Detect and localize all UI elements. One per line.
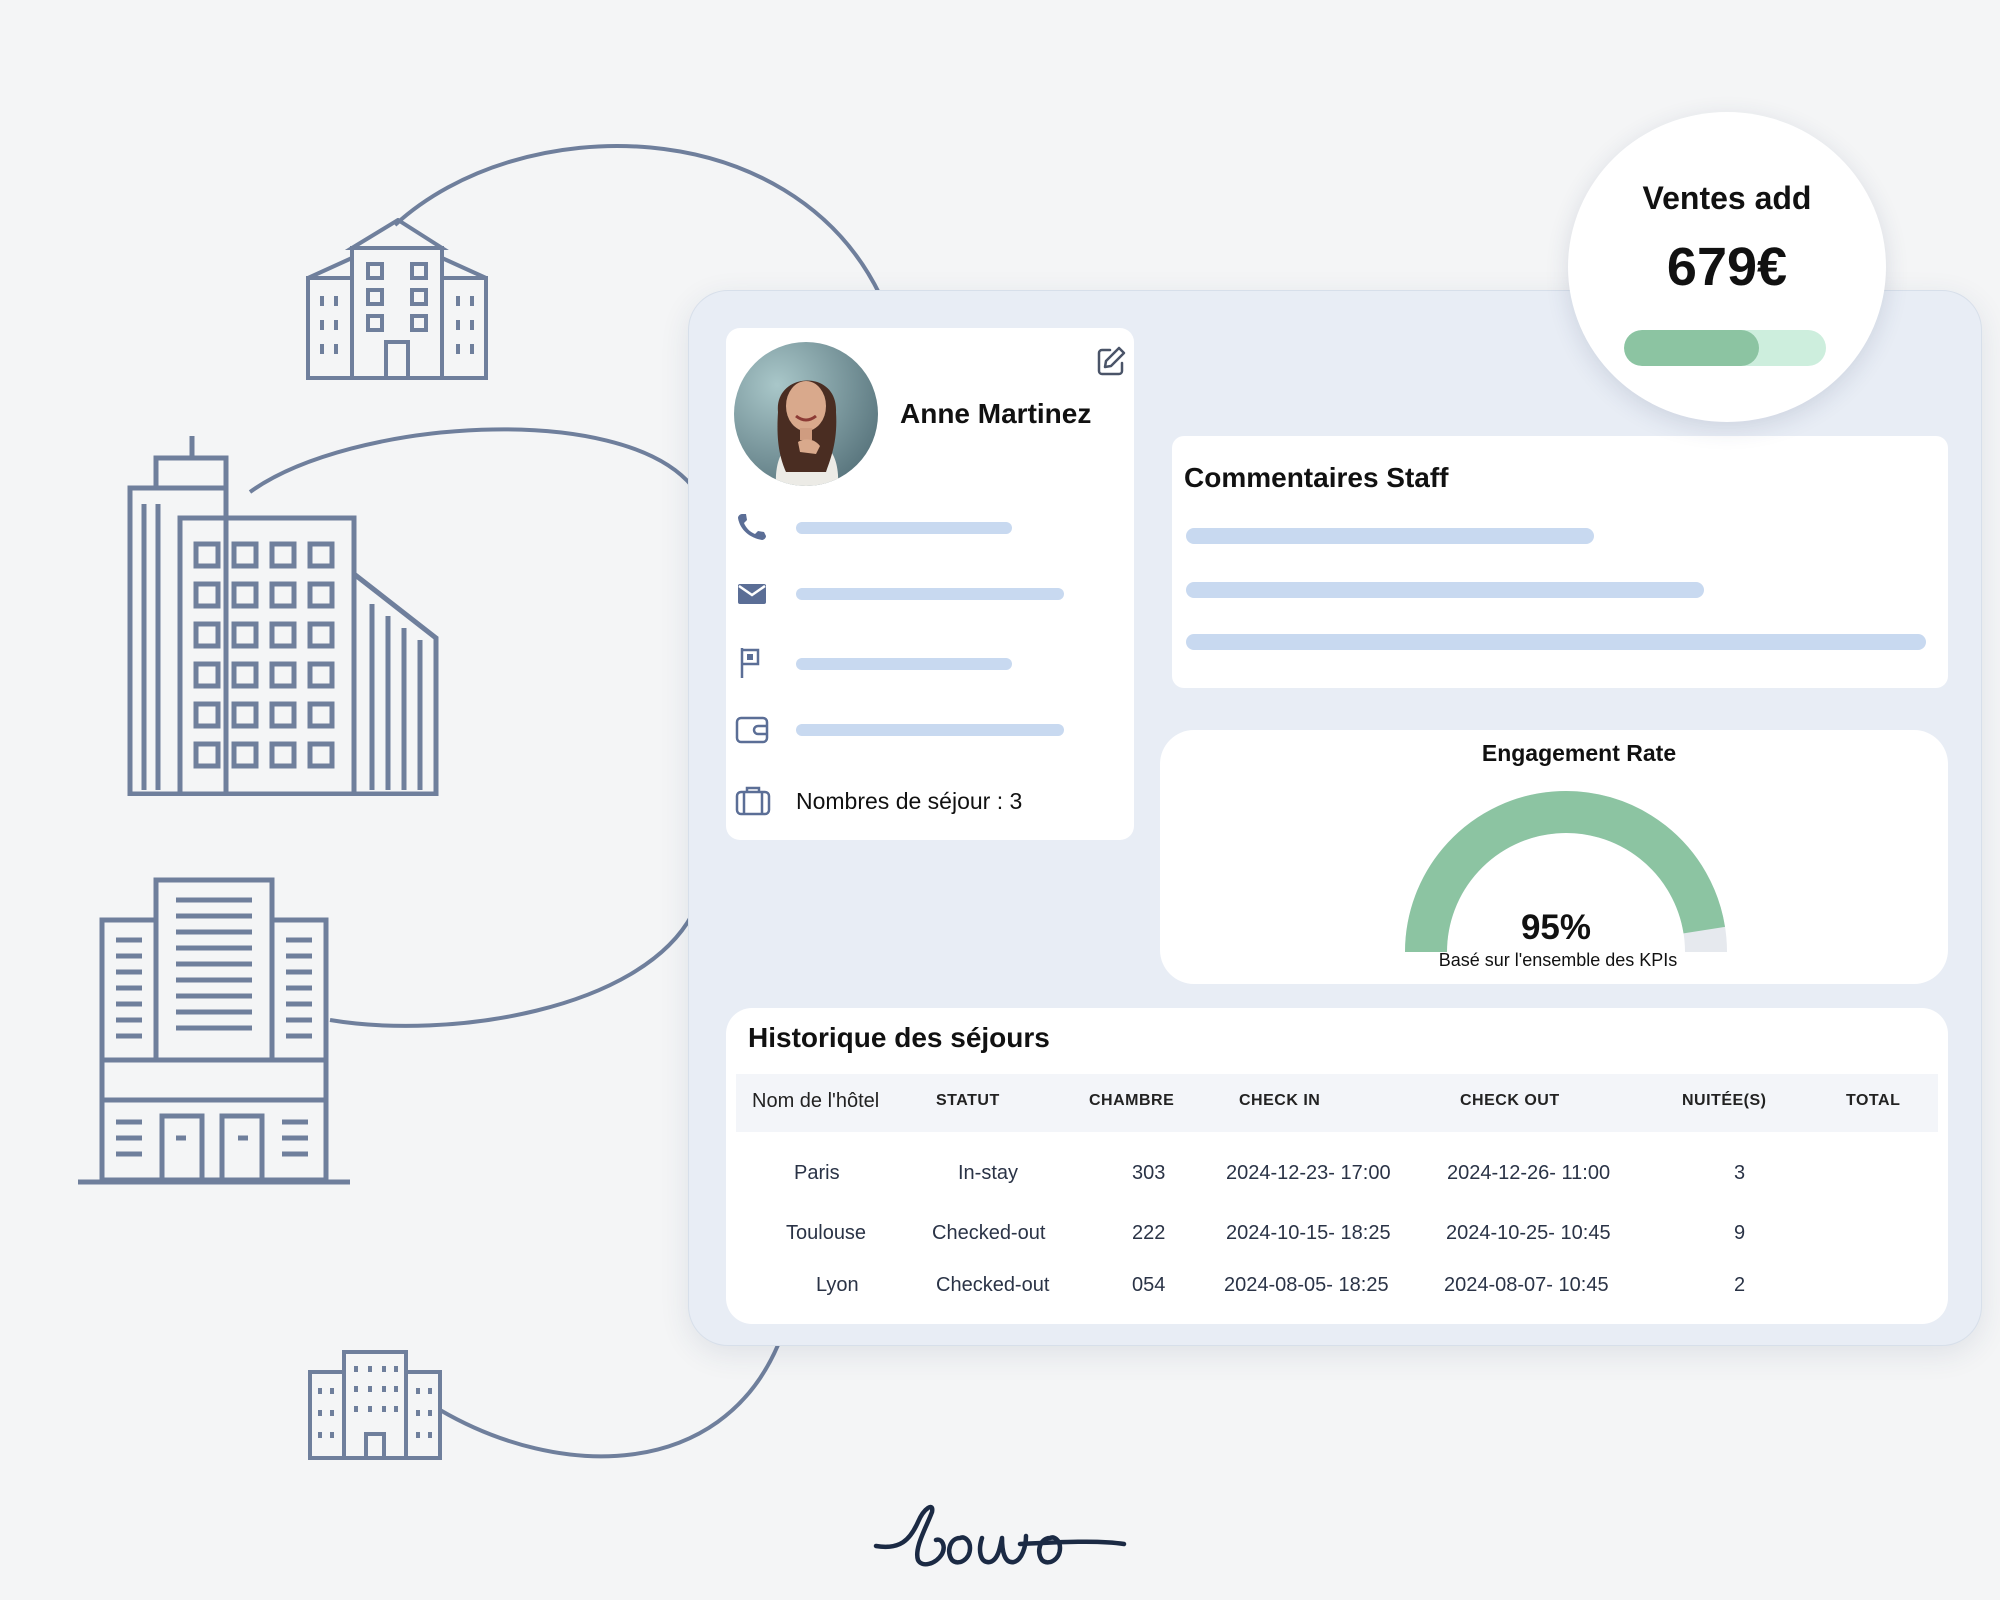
column-header-nights[interactable]: NUITÉE(S) bbox=[1682, 1092, 1767, 1110]
table-row[interactable]: Paris In-stay 303 2024-12-23- 17:00 2024… bbox=[736, 1154, 1938, 1194]
column-header-room[interactable]: CHAMBRE bbox=[1089, 1092, 1174, 1110]
wallet-placeholder-bar bbox=[796, 724, 1064, 736]
table-row[interactable]: Lyon Checked-out 054 2024-08-05- 18:25 2… bbox=[736, 1266, 1938, 1306]
stays-count-row: Nombres de séjour : 3 bbox=[734, 780, 1134, 820]
engagement-rate-panel: Engagement Rate 95% Basé sur l'ensemble … bbox=[1160, 730, 1948, 984]
mail-icon bbox=[738, 584, 766, 604]
bowo-logo bbox=[873, 1504, 1127, 1567]
stays-count-text: Nombres de séjour : 3 bbox=[796, 788, 1023, 814]
column-header-status[interactable]: STATUT bbox=[936, 1092, 1000, 1110]
column-header-check-in[interactable]: CHECK IN bbox=[1239, 1092, 1320, 1110]
table-row[interactable]: Toulouse Checked-out 222 2024-10-15- 18:… bbox=[736, 1214, 1938, 1254]
cell-check-in: 2024-12-23- 17:00 bbox=[1226, 1162, 1391, 1184]
phone-icon bbox=[738, 514, 766, 540]
cell-status: In-stay bbox=[958, 1162, 1019, 1184]
additional-sales-label: Ventes add bbox=[1642, 180, 1812, 216]
suitcase-icon bbox=[735, 786, 771, 816]
flag-icon bbox=[740, 648, 760, 678]
cell-status: Checked-out bbox=[936, 1274, 1050, 1296]
guest-profile-panel: Anne Martinez Nombres de séjour: 3 bbox=[726, 328, 1134, 840]
avatar bbox=[734, 342, 878, 486]
stay-history-title: Historique des séjours bbox=[748, 1022, 1050, 1053]
email-row bbox=[734, 572, 1134, 612]
cell-check-out: 2024-08-07- 10:45 bbox=[1444, 1274, 1609, 1296]
cell-room: 303 bbox=[1132, 1162, 1166, 1184]
engagement-subtitle: Basé sur l'ensemble des KPIs bbox=[1438, 950, 1678, 970]
cell-check-out: 2024-12-26- 11:00 bbox=[1447, 1162, 1611, 1184]
small-building-icon bbox=[308, 1350, 442, 1460]
edit-icon[interactable] bbox=[1094, 344, 1128, 378]
column-header-total[interactable]: TOTAL bbox=[1846, 1092, 1900, 1110]
cell-hotel: Paris bbox=[794, 1162, 840, 1184]
cell-room: 222 bbox=[1132, 1222, 1166, 1244]
comment-placeholder-bar bbox=[1186, 634, 1926, 650]
additional-sales-badge: Ventes add 679€ bbox=[1568, 112, 1886, 422]
cell-check-in: 2024-10-15- 18:25 bbox=[1226, 1222, 1391, 1244]
wallet-row bbox=[734, 708, 1134, 748]
phone-placeholder-bar bbox=[796, 522, 1012, 534]
cell-nights: 3 bbox=[1734, 1162, 1746, 1184]
staff-comments-title: Commentaires Staff bbox=[1184, 462, 1449, 493]
cell-check-out: 2024-10-25- 10:45 bbox=[1446, 1222, 1611, 1244]
phone-row bbox=[734, 506, 1134, 546]
cell-hotel: Lyon bbox=[816, 1274, 859, 1296]
comment-placeholder-bar bbox=[1186, 528, 1594, 544]
guest-name: Anne Martinez bbox=[900, 398, 1092, 429]
staff-comments-panel: Commentaires Staff bbox=[1172, 436, 1948, 688]
table-header: Nom de l'hôtel STATUT CHAMBRE CHECK IN C… bbox=[736, 1074, 1938, 1132]
stay-history-panel: Historique des séjours Nom de l'hôtel ST… bbox=[726, 1008, 1948, 1324]
cell-hotel: Toulouse bbox=[786, 1222, 867, 1244]
hotel-entrance-building-icon bbox=[78, 877, 350, 1185]
cell-nights: 2 bbox=[1734, 1274, 1746, 1296]
office-tower-icon bbox=[127, 436, 439, 796]
nationality-placeholder-bar bbox=[796, 658, 1012, 670]
cell-check-in: 2024-08-05- 18:25 bbox=[1224, 1274, 1389, 1296]
nationality-row bbox=[734, 642, 1134, 682]
cell-nights: 9 bbox=[1734, 1222, 1746, 1244]
sales-progress-bar bbox=[1624, 330, 1826, 366]
column-header-check-out[interactable]: CHECK OUT bbox=[1460, 1092, 1560, 1110]
additional-sales-value: 679€ bbox=[1666, 237, 1788, 297]
wallet-icon bbox=[735, 716, 769, 744]
cell-status: Checked-out bbox=[932, 1222, 1046, 1244]
email-placeholder-bar bbox=[796, 588, 1064, 600]
hotel-building-icon bbox=[306, 218, 488, 380]
column-header-hotel[interactable]: Nom de l'hôtel bbox=[752, 1090, 879, 1113]
engagement-value: 95% bbox=[1520, 908, 1592, 947]
cell-room: 054 bbox=[1132, 1274, 1166, 1296]
comment-placeholder-bar bbox=[1186, 582, 1704, 598]
engagement-title: Engagement Rate bbox=[1481, 740, 1677, 766]
sales-progress-fill bbox=[1624, 330, 1760, 366]
